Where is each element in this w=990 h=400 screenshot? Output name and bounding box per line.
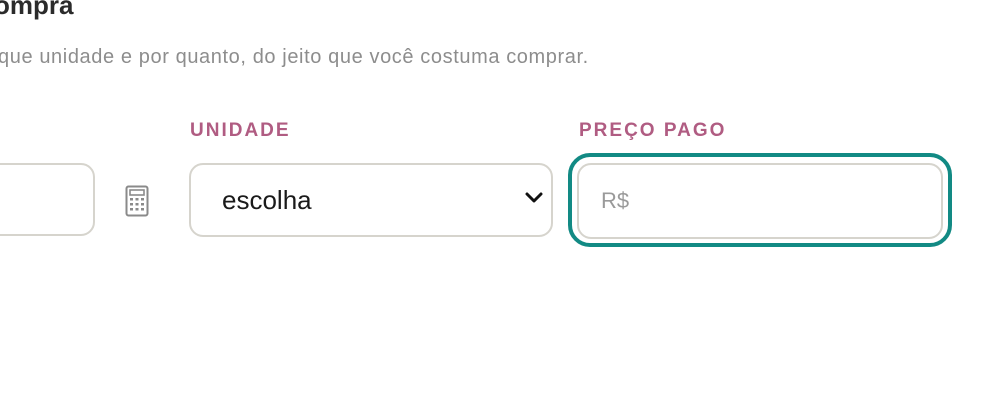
purchase-form-page: ompra que unidade e por quanto, do jeito… bbox=[0, 0, 990, 400]
calculator-icon[interactable] bbox=[125, 185, 149, 217]
unit-select-value: escolha bbox=[222, 184, 312, 215]
price-input[interactable]: R$ bbox=[577, 163, 943, 239]
chevron-down-icon bbox=[525, 192, 543, 203]
section-title: ompra bbox=[0, 0, 74, 20]
price-placeholder: R$ bbox=[601, 188, 630, 213]
unit-select[interactable]: escolha bbox=[189, 163, 553, 237]
price-label: PREÇO PAGO bbox=[579, 120, 727, 141]
unit-label: UNIDADE bbox=[190, 120, 291, 141]
quantity-input[interactable] bbox=[0, 163, 95, 236]
section-subtitle: que unidade e por quanto, do jeito que v… bbox=[0, 46, 589, 68]
